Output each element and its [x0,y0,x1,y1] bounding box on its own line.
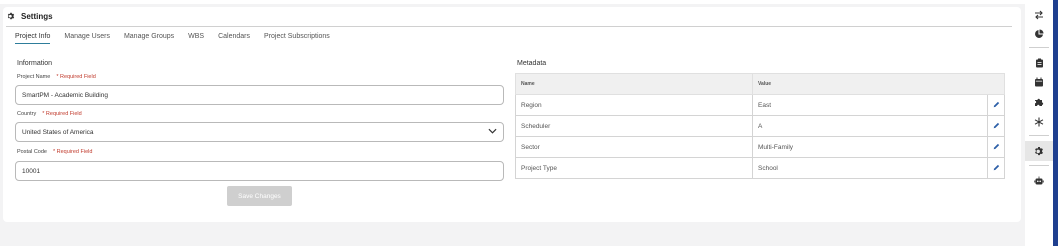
swap-arrows-icon[interactable] [1025,7,1053,23]
country-label: Country * Required Field [17,111,82,117]
postal-code-label: Postal Code * Required Field [17,149,92,155]
table-row: Sector Multi-Family [515,136,1005,158]
tab-project-subscriptions[interactable]: Project Subscriptions [264,33,330,44]
tab-bar: Project Info Manage Users Manage Groups … [15,33,344,44]
table-row: Project Type School [515,157,1005,179]
project-name-label-text: Project Name [17,74,51,80]
postal-code-input[interactable] [15,161,504,181]
page-title: Settings [21,11,53,21]
metadata-title: Metadata [517,60,547,67]
gear-icon[interactable] [1025,143,1053,159]
row-value: East [752,94,988,116]
clipboard-icon[interactable] [1025,55,1053,71]
header-divider [6,26,1012,27]
settings-header: Settings [7,9,53,23]
row-value: School [752,157,988,179]
required-note: * Required Field [42,111,82,117]
postal-code-label-text: Postal Code [17,149,47,155]
row-name: Sector [515,136,753,158]
row-name: Project Type [515,157,753,179]
gear-icon [7,7,15,25]
tab-manage-users[interactable]: Manage Users [64,33,110,44]
tab-calendars[interactable]: Calendars [218,33,250,44]
pencil-icon[interactable] [987,157,1005,179]
tab-manage-groups[interactable]: Manage Groups [124,33,174,44]
column-header-value: Value [752,73,1005,95]
country-select[interactable]: United States of America [15,122,504,142]
sidebar-divider [1029,165,1049,166]
required-note: * Required Field [56,74,96,80]
row-value: A [752,115,988,137]
pencil-icon[interactable] [987,115,1005,137]
required-note: * Required Field [52,149,93,155]
robot-icon[interactable] [1025,173,1053,189]
pencil-icon[interactable] [987,94,1005,116]
table-row: Scheduler A [515,115,1005,137]
sidebar-divider [1029,135,1049,136]
country-select-value: United States of America [22,128,94,136]
information-title: Information [17,60,53,67]
row-name: Region [515,94,753,116]
tab-project-info[interactable]: Project Info [15,33,51,44]
column-header-name: Name [515,73,753,95]
table-header-row: Name Value [515,73,1005,95]
pencil-icon[interactable] [987,136,1005,158]
pie-chart-icon[interactable] [1025,26,1053,42]
sidebar-accent-bar [1053,0,1058,246]
row-name: Scheduler [515,115,753,137]
puzzle-icon[interactable] [1025,94,1053,110]
table-row: Region East [515,94,1005,116]
calendar-icon[interactable] [1025,74,1053,90]
snowflake-icon[interactable] [1025,114,1053,130]
chevron-down-icon [488,128,497,136]
project-name-input[interactable] [15,85,504,105]
tab-wbs[interactable]: WBS [188,33,204,44]
sidebar-divider [1029,47,1049,48]
row-value: Multi-Family [752,136,988,158]
metadata-table: Name Value Region East Scheduler A Secto… [515,73,1005,179]
save-changes-button[interactable]: Save Changes [227,186,292,206]
country-label-text: Country [17,111,37,117]
project-name-label: Project Name * Required Field [17,74,96,80]
top-strip [0,0,1058,4]
